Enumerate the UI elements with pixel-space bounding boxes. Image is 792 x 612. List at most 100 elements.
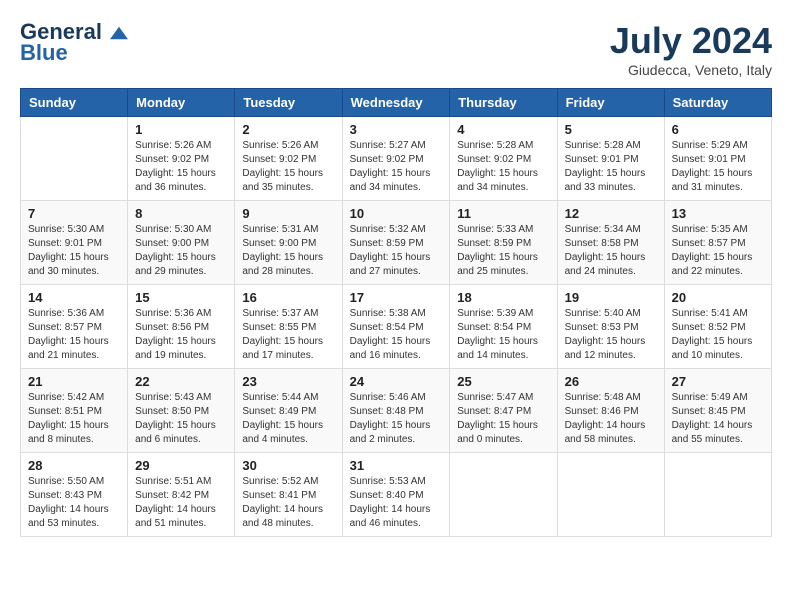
page-header: General Blue July 2024 Giudecca, Veneto,…: [20, 20, 772, 78]
calendar-cell: 1Sunrise: 5:26 AM Sunset: 9:02 PM Daylig…: [128, 117, 235, 201]
day-number: 21: [28, 374, 120, 389]
location-subtitle: Giudecca, Veneto, Italy: [610, 62, 772, 78]
calendar-cell: 11 Sunrise: 5:33 AM Sunset: 8:59 PM Dayli…: [450, 201, 557, 285]
cell-sun-info: Sunrise: 5:28 AM Sunset: 9:02 PM Dayligh…: [457, 139, 549, 195]
cell-sun-info: Sunrise: 5:46 AM Sunset: 8:48 PM Dayligh…: [350, 391, 443, 447]
calendar-cell: 31 Sunrise: 5:53 AM Sunset: 8:40 PM Dayli…: [342, 453, 450, 537]
calendar-week-row: 7 Sunrise: 5:30 AM Sunset: 9:01 PM Daylig…: [21, 201, 772, 285]
calendar-cell: 5Sunrise: 5:28 AM Sunset: 9:01 PM Daylig…: [557, 117, 664, 201]
day-number: 6: [672, 122, 764, 137]
cell-sun-info: Sunrise: 5:27 AM Sunset: 9:02 PM Dayligh…: [350, 139, 443, 195]
day-number: 24: [350, 374, 443, 389]
day-number: 31: [350, 458, 443, 473]
calendar-cell: 28 Sunrise: 5:50 AM Sunset: 8:43 PM Dayli…: [21, 453, 128, 537]
col-header-tuesday: Tuesday: [235, 89, 342, 117]
day-number: 30: [242, 458, 334, 473]
title-block: July 2024 Giudecca, Veneto, Italy: [610, 20, 772, 78]
day-number: 10: [350, 206, 443, 221]
calendar-cell: 17 Sunrise: 5:38 AM Sunset: 8:54 PM Dayli…: [342, 285, 450, 369]
day-number: 29: [135, 458, 227, 473]
cell-sun-info: Sunrise: 5:50 AM Sunset: 8:43 PM Dayligh…: [28, 475, 120, 531]
calendar-cell: 20Sunrise: 5:41 AM Sunset: 8:52 PM Dayli…: [664, 285, 771, 369]
cell-sun-info: Sunrise: 5:41 AM Sunset: 8:52 PM Dayligh…: [672, 307, 764, 363]
cell-sun-info: Sunrise: 5:26 AM Sunset: 9:02 PM Dayligh…: [242, 139, 334, 195]
cell-sun-info: Sunrise: 5:35 AM Sunset: 8:57 PM Dayligh…: [672, 223, 764, 279]
calendar-cell: 8 Sunrise: 5:30 AM Sunset: 9:00 PM Daylig…: [128, 201, 235, 285]
cell-sun-info: Sunrise: 5:42 AM Sunset: 8:51 PM Dayligh…: [28, 391, 120, 447]
col-header-wednesday: Wednesday: [342, 89, 450, 117]
calendar-cell: [557, 453, 664, 537]
logo-icon: [110, 26, 128, 40]
calendar-cell: [664, 453, 771, 537]
calendar-cell: 26 Sunrise: 5:48 AM Sunset: 8:46 PM Dayli…: [557, 369, 664, 453]
cell-sun-info: Sunrise: 5:36 AM Sunset: 8:56 PM Dayligh…: [135, 307, 227, 363]
calendar-cell: 2Sunrise: 5:26 AM Sunset: 9:02 PM Daylig…: [235, 117, 342, 201]
day-number: 8: [135, 206, 227, 221]
day-number: 16: [242, 290, 334, 305]
calendar-cell: 15 Sunrise: 5:36 AM Sunset: 8:56 PM Dayli…: [128, 285, 235, 369]
col-header-friday: Friday: [557, 89, 664, 117]
cell-sun-info: Sunrise: 5:52 AM Sunset: 8:41 PM Dayligh…: [242, 475, 334, 531]
day-number: 7: [28, 206, 120, 221]
calendar-cell: 22 Sunrise: 5:43 AM Sunset: 8:50 PM Dayli…: [128, 369, 235, 453]
cell-sun-info: Sunrise: 5:47 AM Sunset: 8:47 PM Dayligh…: [457, 391, 549, 447]
col-header-sunday: Sunday: [21, 89, 128, 117]
day-number: 12: [565, 206, 657, 221]
cell-sun-info: Sunrise: 5:29 AM Sunset: 9:01 PM Dayligh…: [672, 139, 764, 195]
logo: General Blue: [20, 20, 128, 66]
calendar-cell: 19 Sunrise: 5:40 AM Sunset: 8:53 PM Dayli…: [557, 285, 664, 369]
calendar-cell: 23 Sunrise: 5:44 AM Sunset: 8:49 PM Dayli…: [235, 369, 342, 453]
cell-sun-info: Sunrise: 5:30 AM Sunset: 9:01 PM Dayligh…: [28, 223, 120, 279]
calendar-cell: 12Sunrise: 5:34 AM Sunset: 8:58 PM Dayli…: [557, 201, 664, 285]
cell-sun-info: Sunrise: 5:39 AM Sunset: 8:54 PM Dayligh…: [457, 307, 549, 363]
calendar-cell: 16 Sunrise: 5:37 AM Sunset: 8:55 PM Dayli…: [235, 285, 342, 369]
cell-sun-info: Sunrise: 5:48 AM Sunset: 8:46 PM Dayligh…: [565, 391, 657, 447]
calendar-cell: [450, 453, 557, 537]
cell-sun-info: Sunrise: 5:44 AM Sunset: 8:49 PM Dayligh…: [242, 391, 334, 447]
cell-sun-info: Sunrise: 5:40 AM Sunset: 8:53 PM Dayligh…: [565, 307, 657, 363]
col-header-saturday: Saturday: [664, 89, 771, 117]
day-number: 28: [28, 458, 120, 473]
logo-text-blue: Blue: [20, 40, 68, 66]
day-number: 26: [565, 374, 657, 389]
cell-sun-info: Sunrise: 5:43 AM Sunset: 8:50 PM Dayligh…: [135, 391, 227, 447]
day-number: 15: [135, 290, 227, 305]
calendar-cell: 7 Sunrise: 5:30 AM Sunset: 9:01 PM Daylig…: [21, 201, 128, 285]
col-header-thursday: Thursday: [450, 89, 557, 117]
col-header-monday: Monday: [128, 89, 235, 117]
cell-sun-info: Sunrise: 5:38 AM Sunset: 8:54 PM Dayligh…: [350, 307, 443, 363]
cell-sun-info: Sunrise: 5:53 AM Sunset: 8:40 PM Dayligh…: [350, 475, 443, 531]
calendar-cell: [21, 117, 128, 201]
day-number: 3: [350, 122, 443, 137]
calendar-week-row: 21 Sunrise: 5:42 AM Sunset: 8:51 PM Dayli…: [21, 369, 772, 453]
calendar-cell: 14Sunrise: 5:36 AM Sunset: 8:57 PM Dayli…: [21, 285, 128, 369]
calendar-cell: 10 Sunrise: 5:32 AM Sunset: 8:59 PM Dayli…: [342, 201, 450, 285]
calendar-cell: 3 Sunrise: 5:27 AM Sunset: 9:02 PM Daylig…: [342, 117, 450, 201]
day-number: 9: [242, 206, 334, 221]
calendar-cell: 9Sunrise: 5:31 AM Sunset: 9:00 PM Daylig…: [235, 201, 342, 285]
calendar-cell: 29Sunrise: 5:51 AM Sunset: 8:42 PM Dayli…: [128, 453, 235, 537]
cell-sun-info: Sunrise: 5:30 AM Sunset: 9:00 PM Dayligh…: [135, 223, 227, 279]
day-number: 23: [242, 374, 334, 389]
calendar-week-row: 1 Sunrise: 5:26 AM Sunset: 9:02 PM Daylig…: [21, 117, 772, 201]
day-number: 22: [135, 374, 227, 389]
calendar-cell: 25Sunrise: 5:47 AM Sunset: 8:47 PM Dayli…: [450, 369, 557, 453]
day-number: 11: [457, 206, 549, 221]
day-number: 18: [457, 290, 549, 305]
calendar-cell: 18 Sunrise: 5:39 AM Sunset: 8:54 PM Dayli…: [450, 285, 557, 369]
calendar-cell: 24 Sunrise: 5:46 AM Sunset: 8:48 PM Dayli…: [342, 369, 450, 453]
calendar-cell: 30 Sunrise: 5:52 AM Sunset: 8:41 PM Dayli…: [235, 453, 342, 537]
day-number: 19: [565, 290, 657, 305]
day-number: 17: [350, 290, 443, 305]
day-number: 13: [672, 206, 764, 221]
cell-sun-info: Sunrise: 5:37 AM Sunset: 8:55 PM Dayligh…: [242, 307, 334, 363]
cell-sun-info: Sunrise: 5:49 AM Sunset: 8:45 PM Dayligh…: [672, 391, 764, 447]
day-number: 1: [135, 122, 227, 137]
day-number: 5: [565, 122, 657, 137]
calendar-week-row: 28 Sunrise: 5:50 AM Sunset: 8:43 PM Dayli…: [21, 453, 772, 537]
cell-sun-info: Sunrise: 5:32 AM Sunset: 8:59 PM Dayligh…: [350, 223, 443, 279]
calendar-table: SundayMondayTuesdayWednesdayThursdayFrid…: [20, 88, 772, 537]
month-year-title: July 2024: [610, 20, 772, 62]
cell-sun-info: Sunrise: 5:36 AM Sunset: 8:57 PM Dayligh…: [28, 307, 120, 363]
cell-sun-info: Sunrise: 5:33 AM Sunset: 8:59 PM Dayligh…: [457, 223, 549, 279]
